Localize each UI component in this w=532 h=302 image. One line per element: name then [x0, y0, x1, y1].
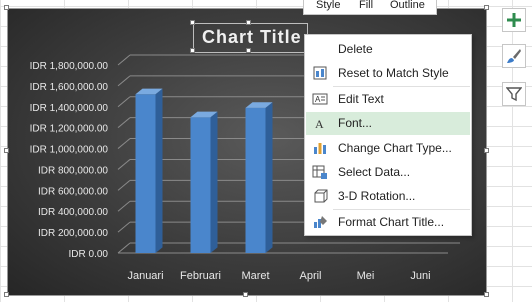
bar-side: [265, 102, 273, 253]
edit-text-icon: A: [312, 91, 328, 107]
menu-item-label: Reset to Match Style: [338, 66, 449, 80]
menu-item-edit-text[interactable]: A Edit Text: [306, 88, 470, 111]
title-handle-b[interactable]: [246, 48, 251, 53]
y-tick-label: IDR 1,400,000.00: [30, 103, 109, 114]
menu-separator: [333, 209, 470, 210]
menu-separator: [333, 86, 470, 87]
x-tick-label: Februari: [180, 270, 221, 282]
chart-handle-tr[interactable]: [484, 5, 489, 10]
y-tick-label: IDR 800,000.00: [38, 165, 108, 176]
plus-icon: [507, 13, 521, 27]
chart-handle-tl[interactable]: [4, 5, 9, 10]
title-handle-tl[interactable]: [190, 20, 195, 25]
chart-title[interactable]: Chart Title: [202, 27, 302, 48]
chart-elements-button[interactable]: [502, 8, 526, 32]
gridline-depth: [117, 242, 131, 254]
menu-item-label: Delete: [338, 42, 373, 56]
x-tick-label: Mei: [357, 270, 375, 282]
gridline-depth: [117, 200, 131, 212]
gridline-depth: [117, 221, 131, 233]
mini-toolbar: Style Fill Outline: [303, 0, 437, 15]
y-tick-label: IDR 1,600,000.00: [30, 82, 109, 93]
bar-side: [210, 111, 218, 253]
bar: [190, 117, 211, 253]
gridline-depth: [117, 159, 131, 170]
chart-type-icon: [312, 140, 328, 156]
menu-item-delete[interactable]: Delete: [306, 38, 470, 61]
menu-item-label: Select Data...: [338, 165, 411, 179]
reset-style-icon: [312, 65, 328, 81]
fill-button[interactable]: Fill: [359, 0, 373, 11]
x-tick-label: April: [299, 270, 321, 282]
menu-item-change-chart-type[interactable]: Change Chart Type...: [306, 137, 470, 160]
outline-button[interactable]: Outline: [390, 0, 425, 11]
style-button[interactable]: Style: [316, 0, 340, 11]
select-data-icon: [312, 164, 328, 180]
menu-item-select-data[interactable]: Select Data...: [306, 161, 470, 184]
y-tick-label: IDR 1,200,000.00: [30, 124, 109, 135]
gridline-depth: [117, 138, 131, 149]
x-tick-label: Maret: [241, 270, 269, 282]
menu-item-format-chart-title[interactable]: Format Chart Title...: [306, 211, 470, 234]
context-menu: Delete Reset to Match Style A Edit Text …: [304, 34, 472, 236]
menu-item-label: Change Chart Type...: [338, 141, 452, 155]
gridline-depth: [117, 117, 131, 129]
bar: [135, 94, 156, 253]
chart-handle-b[interactable]: [243, 292, 248, 297]
y-tick-label: IDR 0.00: [69, 249, 109, 260]
menu-item-label: Format Chart Title...: [338, 215, 445, 229]
chart-handle-bl[interactable]: [4, 292, 9, 297]
gridline-depth: [117, 54, 131, 66]
chart-filters-button[interactable]: [502, 82, 526, 106]
chart-handle-r[interactable]: [484, 148, 489, 153]
gridline-depth: [117, 179, 131, 191]
bar-side: [155, 88, 163, 254]
rotation-icon: [312, 188, 328, 204]
title-handle-t[interactable]: [246, 20, 251, 25]
svg-text:A: A: [315, 95, 321, 104]
y-tick-label: IDR 600,000.00: [38, 186, 108, 197]
menu-item-label: Font...: [338, 116, 373, 130]
gridline-depth: [117, 96, 131, 108]
x-tick-label: Januari: [127, 270, 163, 282]
menu-item-reset-style[interactable]: Reset to Match Style: [306, 62, 470, 85]
menu-item-label: Edit Text: [338, 92, 384, 106]
gridline-depth: [117, 75, 131, 87]
format-icon: [312, 214, 328, 230]
chart-handle-br[interactable]: [484, 292, 489, 297]
menu-item-font[interactable]: A Font...: [306, 112, 470, 135]
y-tick-label: IDR 200,000.00: [38, 228, 108, 239]
menu-item-label: 3-D Rotation...: [338, 189, 416, 203]
x-tick-label: Juni: [410, 270, 430, 282]
title-handle-bl[interactable]: [190, 48, 195, 53]
y-tick-label: IDR 1,000,000.00: [30, 145, 109, 156]
font-icon: A: [312, 115, 328, 131]
filter-icon: [506, 87, 522, 102]
chart-styles-button[interactable]: [502, 44, 526, 68]
chart-handle-l[interactable]: [4, 148, 9, 153]
y-tick-label: IDR 1,800,000.00: [30, 61, 109, 72]
brush-icon: [507, 49, 521, 63]
svg-text:A: A: [315, 117, 324, 131]
bar: [245, 107, 266, 253]
y-tick-label: IDR 400,000.00: [38, 207, 108, 218]
menu-item-3d-rotation[interactable]: 3-D Rotation...: [306, 185, 470, 208]
